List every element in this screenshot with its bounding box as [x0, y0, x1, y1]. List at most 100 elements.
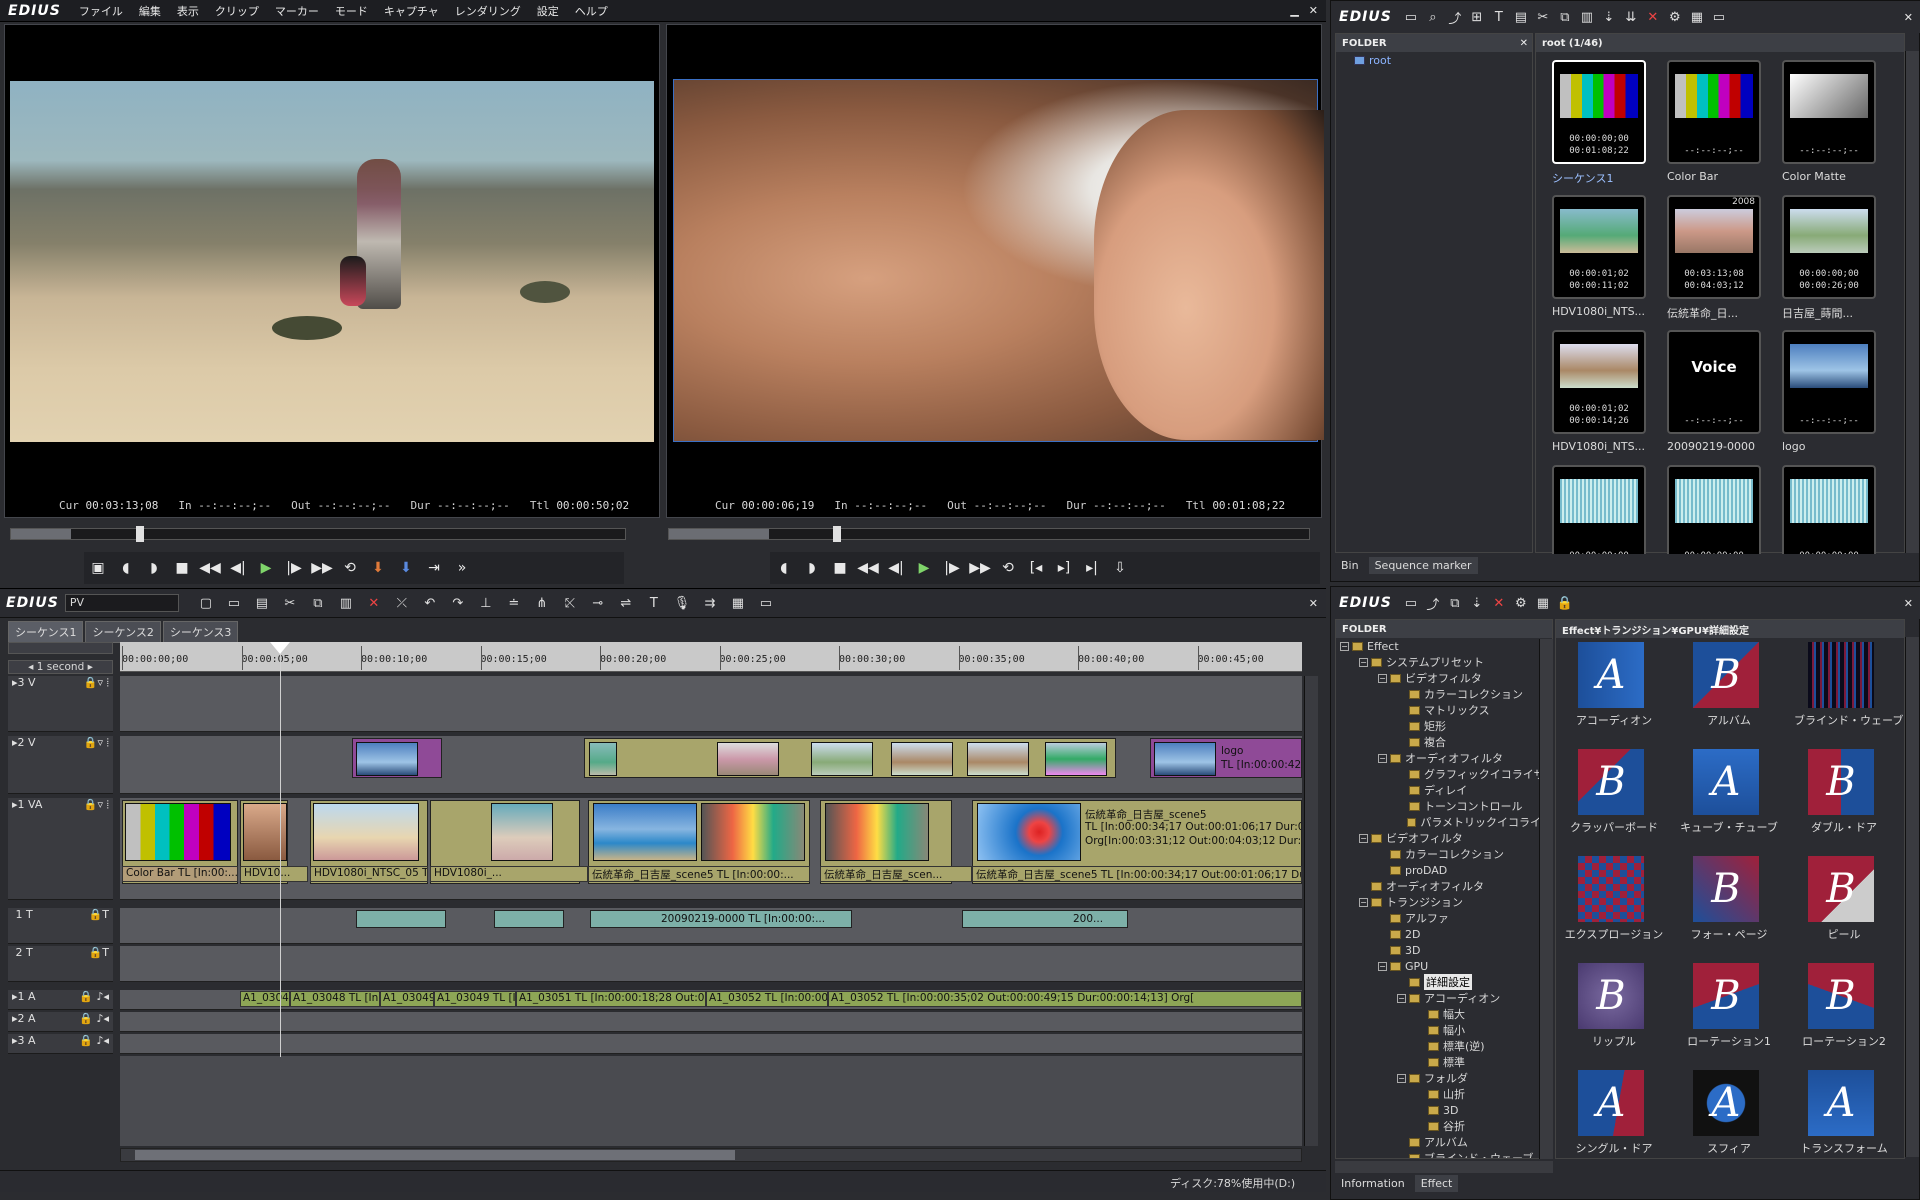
step-back-button[interactable]: ◀| — [882, 556, 910, 580]
tab-sequence-3[interactable]: シーケンス3 — [162, 621, 239, 643]
recorder-scrub-bar[interactable] — [668, 526, 1310, 542]
effect-item[interactable]: B ローテーション1 — [1679, 963, 1779, 1067]
open-project-icon[interactable]: ▭ — [223, 592, 245, 614]
audio-clip[interactable]: A1_03051 TL [In:00:00:18;28 Out:00:00:28… — [516, 991, 706, 1007]
copy-icon[interactable]: ⧉ — [1554, 6, 1576, 28]
folder-icon[interactable]: ▭ — [1400, 6, 1422, 28]
bin-clip[interactable]: 2008 00:03:13;08 00:04:03;12 伝統革命_日... — [1663, 195, 1763, 325]
tab-sequence-2[interactable]: シーケンス2 — [85, 621, 161, 643]
recorder-position-marker[interactable] — [833, 526, 841, 542]
set-in-button[interactable]: ◖ — [770, 556, 798, 580]
title-clip-2[interactable] — [494, 910, 564, 928]
player-position-marker[interactable] — [136, 526, 144, 542]
title-clip-3[interactable]: 20090219-0000 TL [In:00:00:... — [590, 910, 852, 928]
mic-icon[interactable]: 🎙 — [671, 592, 693, 614]
effect-item[interactable]: B リップル — [1564, 963, 1664, 1067]
delete-icon[interactable]: ✕ — [363, 592, 385, 614]
tree-node[interactable]: カラーコレクション — [1336, 686, 1552, 702]
paste-icon[interactable]: ▥ — [1576, 6, 1598, 28]
marker-button[interactable]: ⇥ — [420, 556, 448, 580]
effect-hscroll[interactable] — [1335, 1161, 1553, 1173]
player-shuttle[interactable] — [11, 529, 71, 539]
hscroll-thumb[interactable] — [135, 1150, 735, 1160]
track-header-1t[interactable]: 1 T 🔒T — [8, 908, 113, 944]
menu-item-9[interactable]: ヘルプ — [567, 3, 616, 19]
collapse-icon[interactable]: − — [1397, 993, 1406, 1003]
more-button[interactable]: » — [448, 556, 476, 580]
trim-button[interactable]: ▸| — [1078, 556, 1106, 580]
bin-clip[interactable]: 00:00:00;00 — [1548, 465, 1648, 554]
effect-item[interactable]: B フォー・ページ — [1679, 856, 1779, 960]
set-out-button[interactable]: ◗ — [140, 556, 168, 580]
tree-node[interactable]: 3D — [1336, 1102, 1552, 1118]
tree-node[interactable]: パラメトリックイコライザ — [1336, 814, 1552, 830]
bin-clip[interactable]: 00:00:01;02 00:00:11;02 HDV1080i_NTS... — [1548, 195, 1648, 325]
clip-logo-2[interactable]: logo TL [In:00:00:42;2 — [1150, 738, 1302, 778]
step-forward-button[interactable]: |▶ — [938, 556, 966, 580]
tree-node-root[interactable]: root — [1336, 52, 1532, 68]
loop-button[interactable]: ⟲ — [336, 556, 364, 580]
tree-node[interactable]: オーディオフィルタ — [1336, 878, 1552, 894]
apply-icon[interactable]: ⇣ — [1466, 592, 1488, 614]
track-header-1va[interactable]: ▸1 VA 🔒▿ ⦙ — [8, 798, 113, 900]
folder-close-icon[interactable]: ✕ — [1520, 38, 1532, 49]
loop-button[interactable]: ⟲ — [994, 556, 1022, 580]
tree-node[interactable]: 矩形 — [1336, 718, 1552, 734]
play-button[interactable]: ▶ — [910, 556, 938, 580]
bin-menu-icon[interactable]: ▭ — [1708, 6, 1730, 28]
audio-clip[interactable]: A1_03052 TL [In:00:00:28;2... — [706, 991, 828, 1007]
track-3v[interactable] — [120, 676, 1302, 732]
menu-item-7[interactable]: レンダリング — [447, 3, 529, 19]
tab-information[interactable]: Information — [1335, 1175, 1411, 1192]
link-icon[interactable]: ⊸ — [587, 592, 609, 614]
track-2t[interactable] — [120, 946, 1302, 982]
title-icon[interactable]: T — [643, 592, 665, 614]
tab-sequence-marker[interactable]: Sequence marker — [1368, 557, 1478, 574]
close-icon[interactable]: ✕ — [1309, 4, 1318, 17]
playhead-handle[interactable] — [270, 642, 290, 654]
save-icon[interactable]: ▤ — [251, 592, 273, 614]
collapse-icon[interactable]: − — [1378, 961, 1387, 971]
track-header-1a[interactable]: ▸1 A 🔒 ♪◂ — [8, 990, 113, 1010]
insert-icon[interactable]: ⇣ — [1598, 6, 1620, 28]
effect-item[interactable]: A アコーディオン — [1564, 642, 1664, 746]
tree-node[interactable]: カラーコレクション — [1336, 846, 1552, 862]
step-forward-button[interactable]: |▶ — [280, 556, 308, 580]
add-clip-icon[interactable]: ⊞ — [1466, 6, 1488, 28]
audio-clip[interactable]: A1_03049 TL [I... — [434, 991, 516, 1007]
time-ruler[interactable]: 00:00:00;00 00:00:05;00 00:00:10;00 00:00:1… — [120, 642, 1302, 672]
effect-item[interactable]: B ローテーション2 — [1794, 963, 1894, 1067]
view-icon[interactable]: ▦ — [1532, 592, 1554, 614]
effect-close-icon[interactable]: ✕ — [1904, 597, 1920, 610]
effect-item[interactable]: A キューブ・チューブ — [1679, 749, 1779, 853]
bin-clip[interactable]: 00:00:00;00 — [1663, 465, 1763, 554]
bin-clip[interactable]: Voice --:--:--;-- 20090219-0000 — [1663, 330, 1763, 460]
overwrite-button[interactable]: ⬇ — [392, 556, 420, 580]
add-title-icon[interactable]: T — [1488, 6, 1510, 28]
menu-item-0[interactable]: ファイル — [71, 3, 131, 19]
undo-icon[interactable]: ↶ — [419, 592, 441, 614]
tree-node[interactable]: 谷折 — [1336, 1118, 1552, 1134]
copy-icon[interactable]: ⧉ — [307, 592, 329, 614]
tab-effect[interactable]: Effect — [1414, 1175, 1459, 1192]
timescale-slider[interactable] — [8, 642, 113, 654]
color-bar-icon[interactable]: ▤ — [1510, 6, 1532, 28]
bin-close-icon[interactable]: ✕ — [1904, 11, 1920, 24]
effect-item[interactable]: B ピール — [1794, 856, 1894, 960]
effect-item[interactable]: B クラッパーボード — [1564, 749, 1664, 853]
collapse-icon[interactable]: − — [1378, 753, 1387, 763]
rewind-button[interactable]: ◀◀ — [196, 556, 224, 580]
effect-item[interactable]: A シングル・ドア — [1564, 1070, 1664, 1160]
folder-icon[interactable]: ▭ — [1400, 592, 1422, 614]
track-header-2v[interactable]: ▸2 V 🔒▿ ⦙ — [8, 736, 113, 794]
collapse-icon[interactable]: − — [1378, 673, 1387, 683]
timeline-empty-area[interactable] — [120, 1056, 1302, 1146]
tree-node[interactable]: − アコーディオン — [1336, 990, 1552, 1006]
track-1t[interactable]: 20090219-0000 TL [In:00:00:... 200... — [120, 908, 1302, 944]
title-clip-1[interactable] — [356, 910, 446, 928]
render-icon[interactable]: ⇉ — [699, 592, 721, 614]
tree-node[interactable]: − オーディオフィルタ — [1336, 750, 1552, 766]
tree-node[interactable]: 幅小 — [1336, 1022, 1552, 1038]
audio-clip[interactable]: A1_03048 TL [In:0... — [290, 991, 380, 1007]
tree-node[interactable]: アルファ — [1336, 910, 1552, 926]
